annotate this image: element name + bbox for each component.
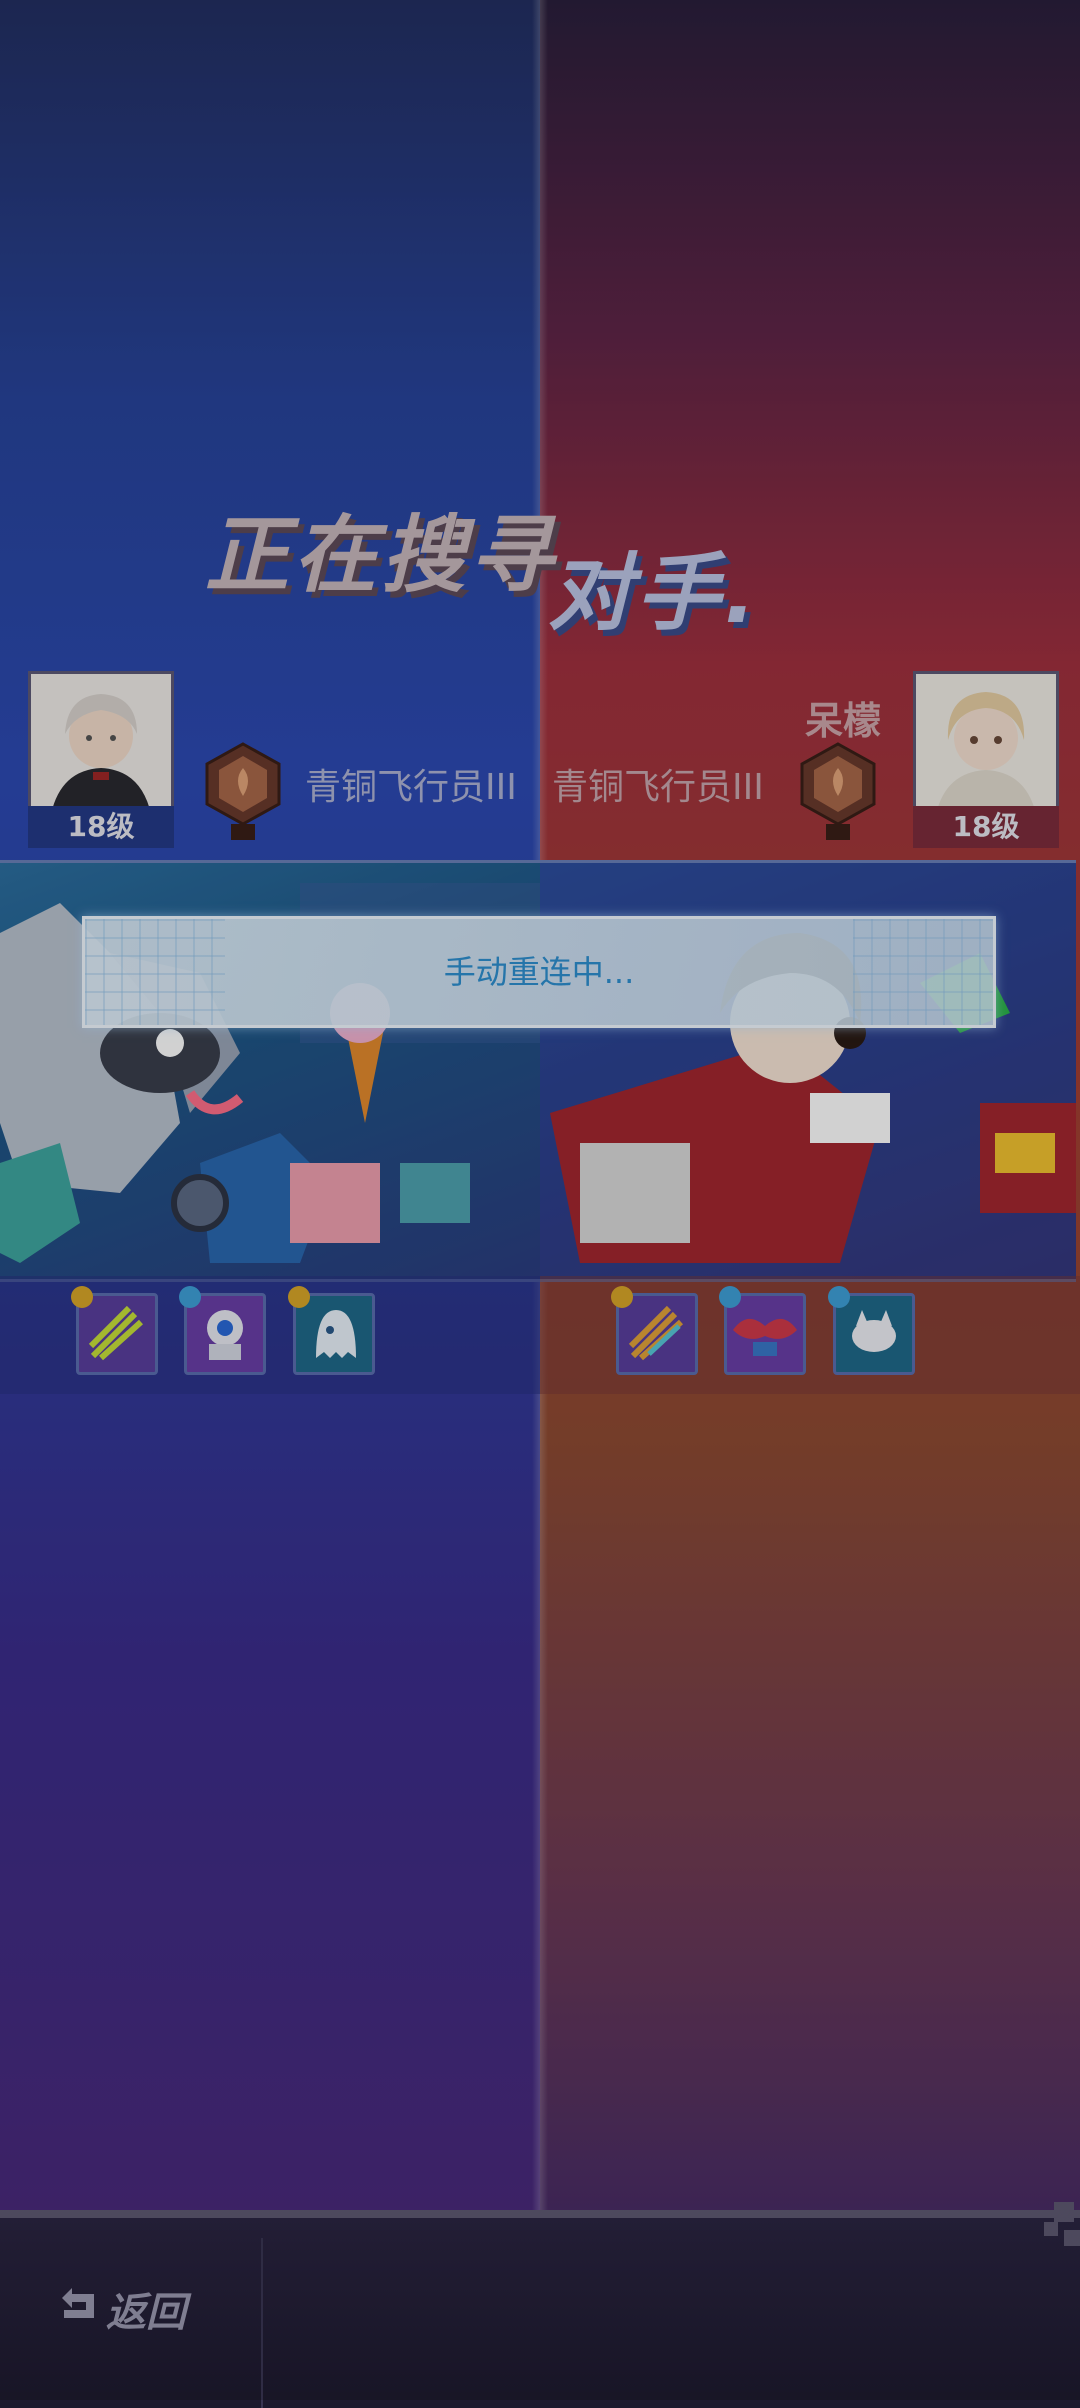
opponent-avatar[interactable] bbox=[913, 671, 1059, 817]
back-button[interactable]: 返回 bbox=[60, 2284, 186, 2336]
opponent-bronze-rank-icon bbox=[798, 742, 878, 842]
player-bronze-rank-icon bbox=[203, 742, 283, 842]
cat-pet-icon[interactable] bbox=[828, 1286, 915, 1375]
searching-title-part-1: 正在搜寻 bbox=[205, 506, 558, 604]
opponent-rank-label: 青铜飞行员III bbox=[552, 767, 764, 808]
opponent-name: 呆檬 bbox=[805, 699, 882, 743]
reconnect-dialog: 手动重连中... bbox=[82, 916, 996, 1028]
rocket-item-icon[interactable] bbox=[71, 1286, 158, 1375]
player-avatar[interactable] bbox=[28, 671, 174, 817]
player-level: 18级 bbox=[28, 806, 174, 848]
searching-title-part-2: 对手. bbox=[548, 544, 760, 642]
corner-pixel-decoration bbox=[1044, 2202, 1080, 2246]
girl-portrait-icon bbox=[916, 674, 1056, 814]
player-rank-label: 青铜飞行员III bbox=[305, 767, 517, 808]
reconnect-message: 手动重连中... bbox=[443, 953, 635, 991]
back-button-label: 返回 bbox=[106, 2290, 186, 2336]
boy-portrait-icon bbox=[31, 674, 171, 814]
back-arrow-icon bbox=[60, 2286, 100, 2332]
robot-pet-icon[interactable] bbox=[179, 1286, 266, 1375]
opponent-level: 18级 bbox=[913, 806, 1059, 848]
bat-wing-icon[interactable] bbox=[719, 1286, 806, 1375]
footer-divider bbox=[261, 2238, 263, 2408]
opponent-rocket-item-icon[interactable] bbox=[611, 1286, 698, 1375]
ghost-pet-icon[interactable] bbox=[288, 1286, 375, 1375]
